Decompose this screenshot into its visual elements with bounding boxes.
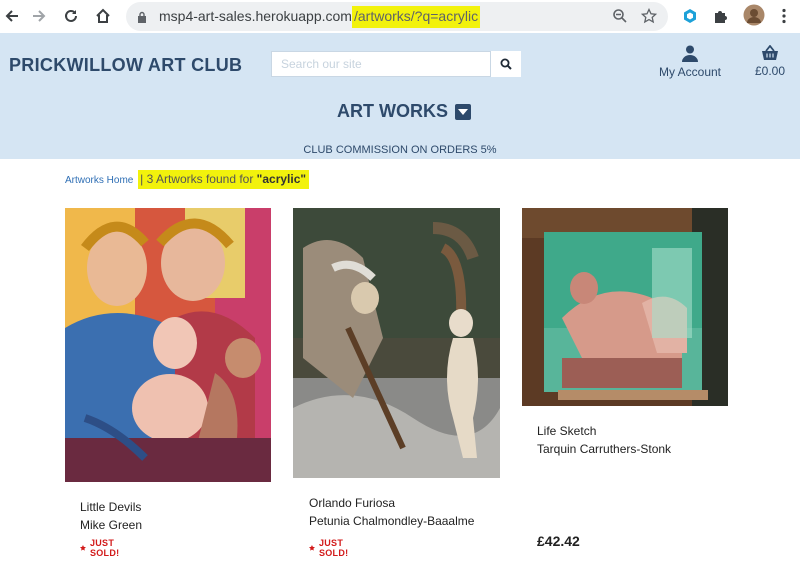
search-result-count: | 3 Artworks found for "acrylic"	[138, 170, 310, 189]
artwork-image[interactable]	[293, 208, 500, 478]
site-logo[interactable]: PRICKWILLOW ART CLUB	[9, 55, 242, 76]
reload-icon[interactable]	[59, 4, 83, 28]
url-host: msp4-art-sales.herokuapp.com	[159, 8, 352, 24]
basket-icon	[762, 45, 778, 60]
lock-icon[interactable]	[137, 10, 147, 28]
browser-toolbar: msp4-art-sales.herokuapp.com/artworks/?q…	[0, 0, 800, 33]
search-icon	[500, 58, 512, 70]
user-icon	[682, 45, 698, 62]
commission-note: CLUB COMMISSION ON ORDERS 5%	[303, 144, 497, 156]
artwork-artist: Mike Green	[80, 518, 143, 532]
section-title: ART WORKS	[337, 101, 448, 121]
zoom-icon[interactable]	[612, 8, 628, 29]
url-path: /artworks/?q=acrylic	[351, 6, 481, 28]
sold-badge: JUST SOLD!	[309, 538, 353, 558]
search-button[interactable]	[491, 51, 521, 77]
bookmark-star-icon[interactable]	[640, 7, 658, 29]
art-works-dropdown[interactable]: ART WORKS	[337, 101, 471, 122]
artwork-image[interactable]	[522, 208, 728, 406]
my-account-link[interactable]: My Account	[650, 45, 730, 79]
site-header: PRICKWILLOW ART CLUB My Account £0.00 AR…	[0, 33, 800, 159]
home-icon[interactable]	[91, 4, 115, 28]
address-bar[interactable]: msp4-art-sales.herokuapp.com/artworks/?q…	[126, 2, 668, 31]
artwork-artist: Tarquin Carruthers-Stonk	[537, 442, 672, 456]
artwork-artist: Petunia Chalmondley-Baaalme	[309, 514, 475, 528]
sold-badge: JUST SOLD!	[80, 538, 124, 558]
back-icon[interactable]	[0, 4, 24, 28]
artwork-title[interactable]: Little Devils	[80, 500, 141, 514]
url-text[interactable]: msp4-art-sales.herokuapp.com/artworks/?q…	[159, 6, 481, 28]
cart-link[interactable]: £0.00	[745, 45, 795, 78]
puzzle-icon[interactable]	[713, 8, 729, 29]
breadcrumb: Artworks Home | 3 Artworks found for "ac…	[65, 170, 310, 189]
forward-icon[interactable]	[27, 4, 51, 28]
result-query: "acrylic"	[256, 172, 307, 186]
star-icon	[309, 545, 315, 551]
search-input[interactable]	[271, 51, 491, 77]
breadcrumb-separator: |	[140, 172, 144, 186]
extension-icon[interactable]	[682, 8, 698, 29]
profile-avatar[interactable]	[743, 4, 765, 31]
result-prefix: 3 Artworks found for	[146, 172, 254, 186]
star-icon	[80, 545, 86, 551]
more-menu-icon[interactable]	[781, 8, 787, 29]
artwork-image[interactable]	[65, 208, 271, 482]
caret-down-icon	[455, 103, 471, 120]
cart-total: £0.00	[754, 64, 786, 78]
sold-label: JUST SOLD!	[89, 538, 120, 558]
my-account-label: My Account	[658, 65, 722, 79]
artwork-price: £42.42	[537, 533, 580, 549]
artwork-title[interactable]: Orlando Furiosa	[309, 496, 395, 510]
breadcrumb-home-link[interactable]: Artworks Home	[65, 175, 133, 186]
artwork-title[interactable]: Life Sketch	[537, 424, 596, 438]
sold-label: JUST SOLD!	[318, 538, 349, 558]
